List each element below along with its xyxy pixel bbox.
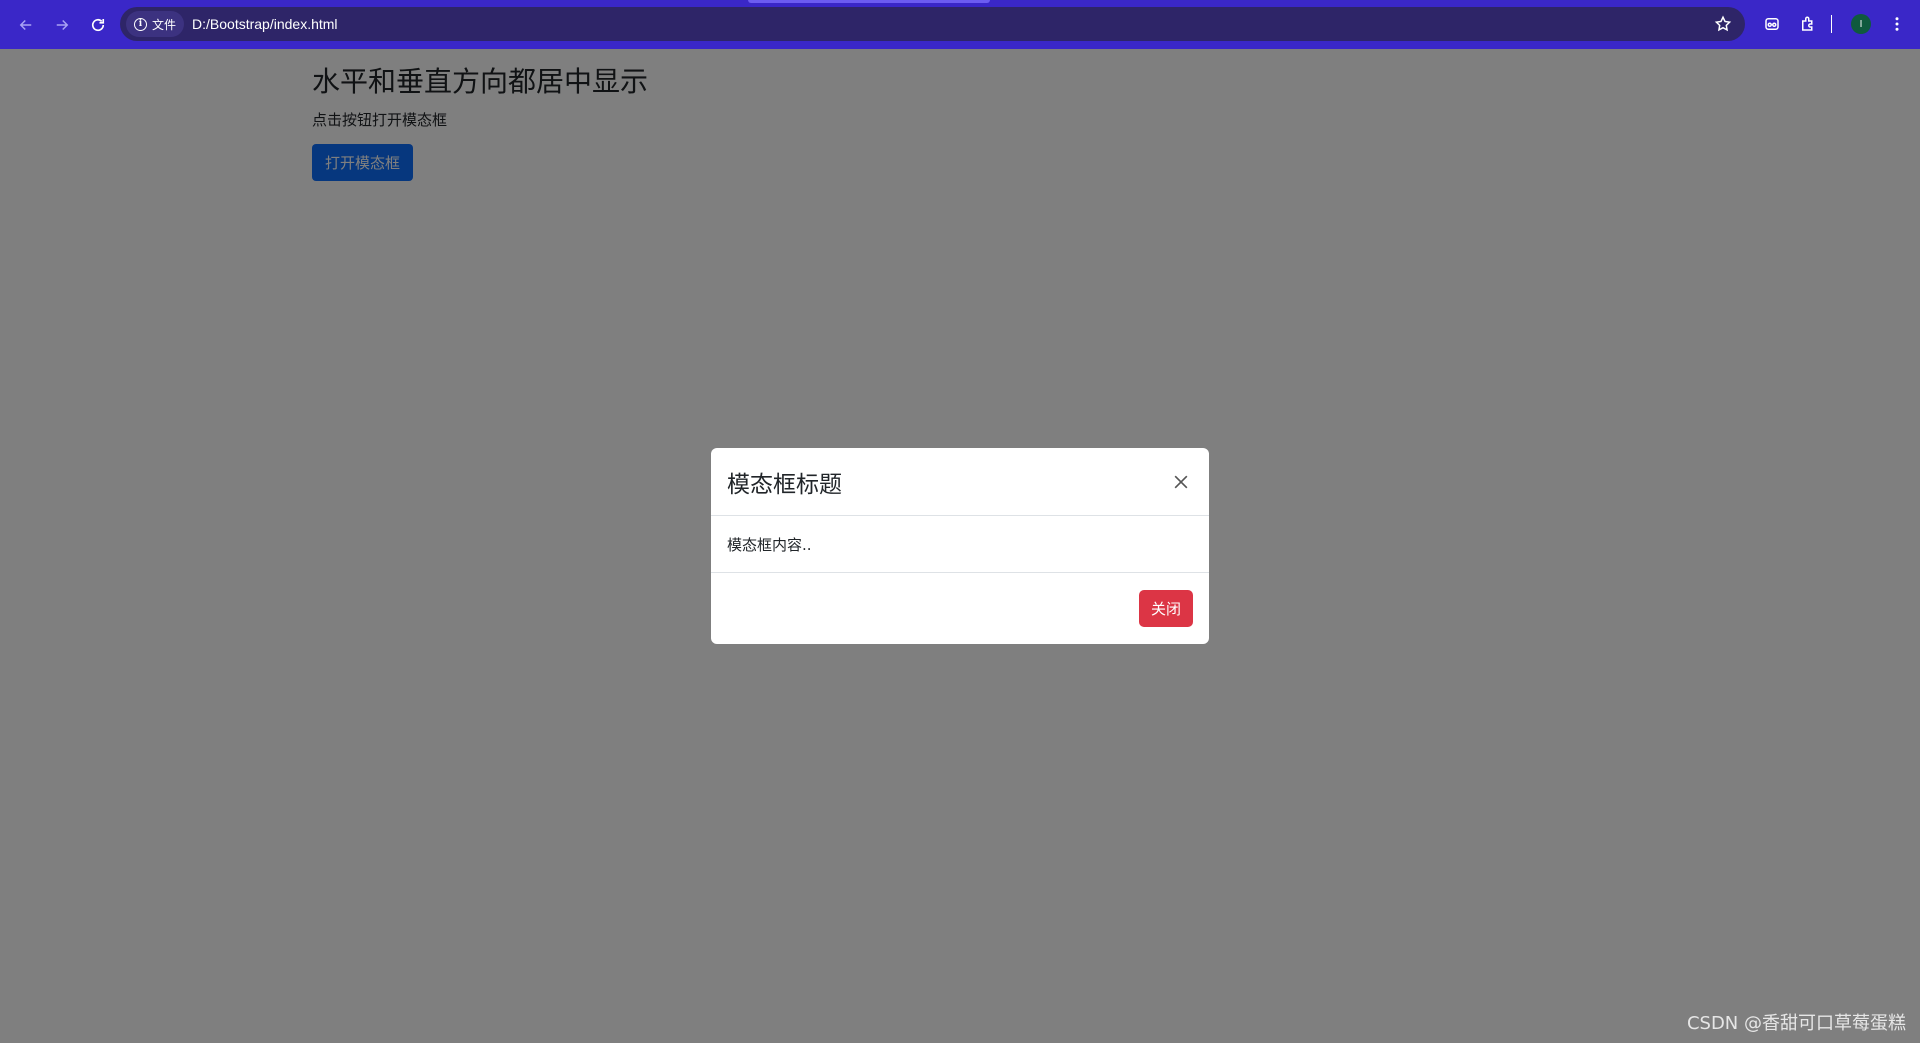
reload-button[interactable] <box>82 9 114 41</box>
forward-button[interactable] <box>46 9 78 41</box>
active-tab-indicator <box>748 0 990 3</box>
modal-body: 模态框内容.. <box>711 516 1209 573</box>
close-icon <box>1174 475 1188 488</box>
browser-window: i 文件 D:/Bootstrap/index.html I 模态框标题 模态框… <box>0 0 1920 1043</box>
back-button[interactable] <box>10 9 42 41</box>
close-button[interactable]: 关闭 <box>1138 590 1193 627</box>
reload-icon <box>91 18 105 31</box>
info-icon: i <box>134 17 147 31</box>
arrow-right-icon <box>56 19 69 30</box>
modal-title: 模态框标题 <box>727 471 842 498</box>
bookmark-star-icon[interactable] <box>1713 14 1733 34</box>
address-bar[interactable]: i 文件 D:/Bootstrap/index.html <box>120 7 1745 41</box>
modal-dialog: 模态框标题 模态框内容.. 关闭 <box>711 448 1209 644</box>
url-scheme-label: 文件 <box>152 17 177 32</box>
incognito-icon[interactable] <box>1757 9 1787 39</box>
modal-header: 模态框标题 <box>711 448 1209 516</box>
modal-footer: 关闭 <box>711 573 1209 644</box>
site-info-chip[interactable]: i 文件 <box>126 11 185 37</box>
modal-close-button[interactable] <box>1169 470 1193 494</box>
watermark: CSDN @香甜可口草莓蛋糕 <box>1686 1013 1906 1034</box>
toolbar-right: I <box>1751 9 1912 39</box>
profile-button[interactable]: I <box>1846 9 1876 39</box>
toolbar-divider <box>1831 15 1832 33</box>
browser-toolbar: i 文件 D:/Bootstrap/index.html I <box>0 0 1920 49</box>
avatar: I <box>1851 14 1871 34</box>
arrow-left-icon <box>19 19 32 30</box>
url-text[interactable]: D:/Bootstrap/index.html <box>192 16 338 32</box>
extensions-puzzle-icon[interactable] <box>1793 9 1823 39</box>
menu-kebab-icon[interactable] <box>1882 9 1912 39</box>
